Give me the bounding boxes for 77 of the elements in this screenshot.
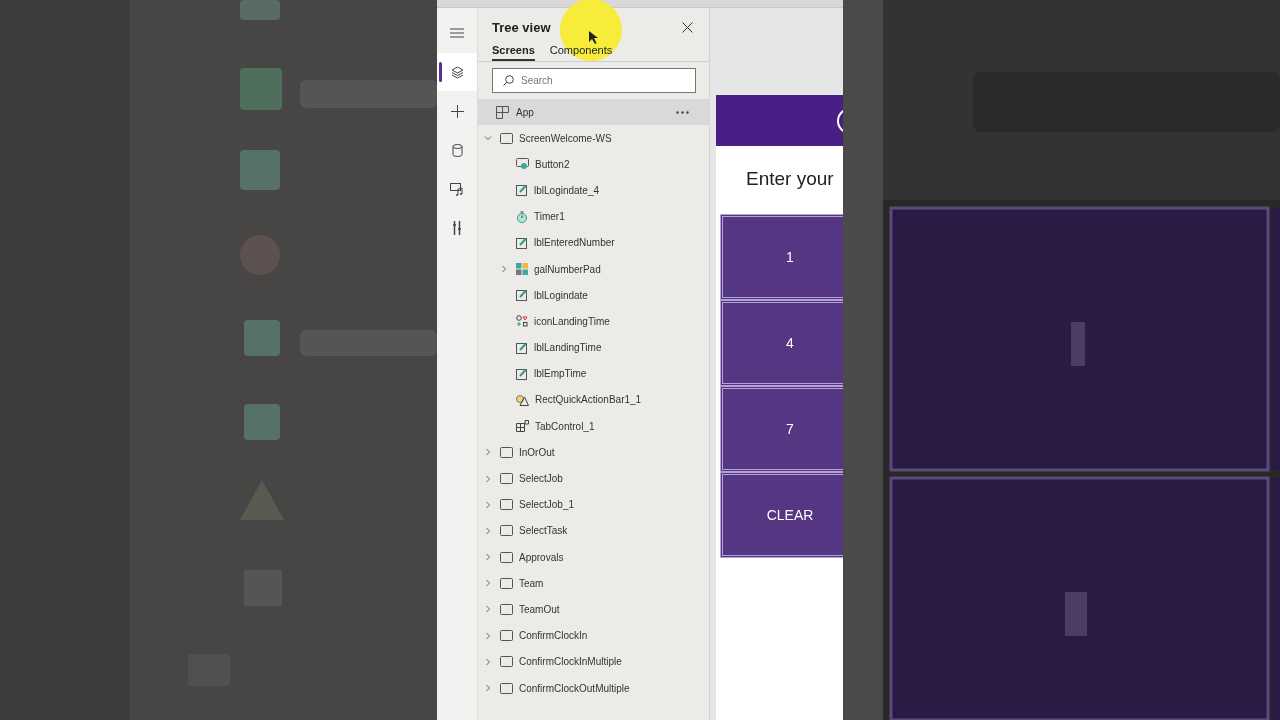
- tree-item-label[interactable]: SelectTask: [519, 525, 568, 537]
- screen-icon: [500, 577, 513, 589]
- edit-icon: [516, 367, 528, 380]
- pointer-icon: [589, 31, 598, 44]
- menu-icon: [450, 28, 464, 38]
- rail-button[interactable]: [437, 53, 477, 91]
- tree-item-label[interactable]: RectQuickActionBar1_1: [535, 394, 642, 406]
- screen-icon: [500, 551, 513, 563]
- database-icon: [451, 143, 463, 157]
- keypad-key[interactable]: 4: [720, 300, 843, 386]
- heading-text: Enter your: [745, 167, 835, 191]
- screen-icon: [500, 132, 513, 144]
- screen-icon: [500, 656, 513, 668]
- chevron-right-icon[interactable]: [484, 448, 492, 457]
- tree-row[interactable]: App: [478, 99, 709, 125]
- tab[interactable]: Screens: [492, 44, 535, 61]
- tab-control-icon: [516, 420, 529, 433]
- keypad-key[interactable]: 1: [720, 214, 843, 300]
- icons-icon: [516, 315, 528, 328]
- chevron-right-icon[interactable]: [484, 605, 492, 614]
- tree-item-label[interactable]: SelectJob: [519, 473, 563, 485]
- search-field[interactable]: Search: [492, 68, 696, 93]
- chevron-right-icon[interactable]: [484, 684, 492, 693]
- tree-item-label[interactable]: ConfirmClockOutMultiple: [519, 682, 630, 694]
- edit-icon: [516, 289, 528, 302]
- tree-item-label[interactable]: Button2: [535, 158, 570, 170]
- screen-icon: [500, 473, 513, 485]
- media-icon: [450, 182, 464, 196]
- tree-item-label[interactable]: galNumberPad: [534, 263, 601, 275]
- chevron-right-icon[interactable]: [484, 553, 492, 562]
- screen-icon: [500, 499, 513, 511]
- tree-item-label[interactable]: InOrOut: [519, 446, 555, 458]
- tree-item-label[interactable]: lblEmpTime: [534, 368, 587, 380]
- tree-item-label[interactable]: ConfirmClockInMultiple: [519, 656, 622, 668]
- screen-icon: [500, 446, 513, 458]
- chevron-right-icon[interactable]: [484, 579, 492, 588]
- tree-item-label[interactable]: lblLogindate: [534, 289, 588, 301]
- button-icon: [516, 158, 529, 171]
- tree-item-label[interactable]: TeamOut: [519, 603, 560, 615]
- chevron-right-icon[interactable]: [484, 526, 492, 535]
- chevron-right-icon[interactable]: [484, 657, 492, 666]
- edit-icon: [516, 341, 528, 354]
- shapes-icon: [516, 393, 529, 406]
- tree-item-label[interactable]: Approvals: [519, 551, 564, 563]
- screen-icon: [500, 525, 513, 537]
- tree-item-label[interactable]: TabControl_1: [535, 420, 595, 432]
- search-icon: [503, 75, 514, 86]
- tree-item-label[interactable]: lblLandingTime: [534, 342, 602, 354]
- tree-item-label[interactable]: lblEnteredNumber: [534, 237, 615, 249]
- edit-icon: [516, 236, 528, 249]
- chevron-right-icon[interactable]: [484, 474, 492, 483]
- chevron-right-icon[interactable]: [484, 500, 492, 509]
- keypad-key[interactable]: 7: [720, 386, 843, 472]
- panel-title: Tree view: [492, 19, 551, 35]
- tree-item-label[interactable]: ScreenWelcome-WS: [519, 132, 612, 144]
- tools-icon: [452, 221, 462, 235]
- chevron-down-icon[interactable]: [484, 134, 492, 143]
- gallery-icon: [516, 263, 528, 276]
- chevron-right-icon[interactable]: [484, 631, 492, 640]
- layers-icon: [450, 65, 464, 79]
- tree-item-label[interactable]: iconLandingTime: [534, 315, 610, 327]
- tree-item-label[interactable]: ConfirmClockIn: [519, 630, 588, 642]
- tree-item-label[interactable]: lblLogindate_4: [534, 184, 600, 196]
- app-icon: [496, 105, 509, 119]
- more-icon[interactable]: [676, 110, 689, 114]
- keypad-key[interactable]: CLEAR: [720, 472, 843, 558]
- chevron-right-icon[interactable]: [500, 265, 508, 274]
- edit-icon: [516, 184, 528, 197]
- tree-item-label[interactable]: Timer1: [534, 211, 565, 223]
- stopwatch-icon: [516, 210, 528, 223]
- tree-item-label[interactable]: SelectJob_1: [519, 499, 575, 511]
- plus-icon: [450, 104, 464, 118]
- screen-icon: [500, 682, 513, 694]
- tree-item-label[interactable]: Team: [519, 577, 544, 589]
- screen-icon: [500, 603, 513, 615]
- screen-icon: [500, 630, 513, 642]
- close-icon[interactable]: [682, 21, 693, 33]
